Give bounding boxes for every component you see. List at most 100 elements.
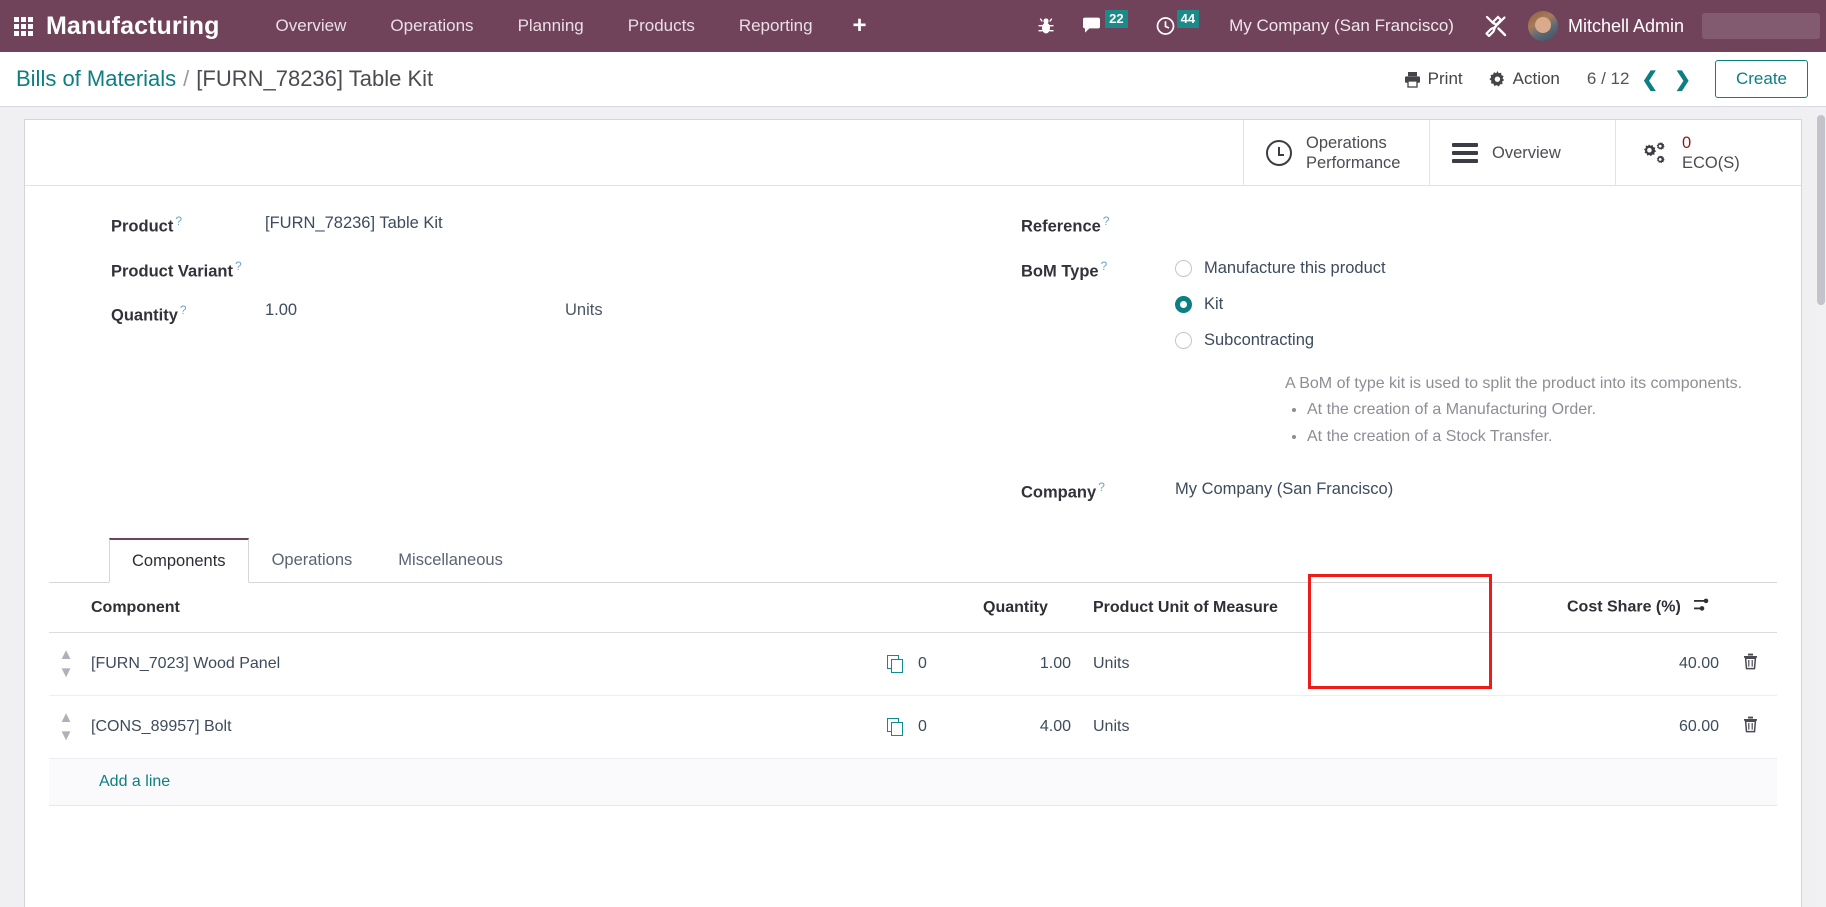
action-button[interactable]: Action <box>1476 69 1573 89</box>
cell-uom[interactable]: Units <box>1079 632 1559 697</box>
debug-bug-button[interactable] <box>1024 0 1068 52</box>
cell-attachments[interactable]: 0 <box>879 695 975 760</box>
chat-bubble-icon <box>1083 17 1101 33</box>
cell-quantity[interactable]: 4.00 <box>975 695 1079 760</box>
row-drag-handle[interactable]: ▲ ▼ <box>49 695 83 760</box>
create-button[interactable]: Create <box>1714 60 1808 98</box>
menu-item-planning[interactable]: Planning <box>496 0 606 52</box>
field-product: Product? [FURN_78236] Table Kit <box>111 212 913 237</box>
cell-component[interactable]: [FURN_7023] Wood Panel <box>83 632 879 697</box>
menu-item-products[interactable]: Products <box>606 0 717 52</box>
field-product-value[interactable]: [FURN_78236] Table Kit <box>265 212 443 233</box>
radio-option-manufacture[interactable]: Manufacture this product <box>1175 259 1386 278</box>
add-line-row[interactable]: Add a line <box>49 758 1777 807</box>
help-marker[interactable]: ? <box>1101 259 1108 273</box>
form-view-area: Operations Performance Overview 0 ECO(S)… <box>0 107 1826 907</box>
cell-cost-share[interactable]: 60.00 <box>1559 695 1735 760</box>
menu-item-reporting[interactable]: Reporting <box>717 0 835 52</box>
stat-button-operations-performance[interactable]: Operations Performance <box>1243 120 1429 185</box>
header-attachments <box>879 583 975 634</box>
pager-previous-button[interactable]: ❮ <box>1633 67 1666 92</box>
table-header-row: Component Quantity Product Unit of Measu… <box>49 583 1777 634</box>
breadcrumb-current: [FURN_78236] Table Kit <box>196 66 434 91</box>
drag-handle-icon[interactable]: ▲ ▼ <box>59 646 74 681</box>
field-quantity-uom[interactable]: Units <box>565 301 603 320</box>
help-marker[interactable]: ? <box>1098 480 1105 494</box>
cell-delete[interactable] <box>1735 695 1777 760</box>
header-uom[interactable]: Product Unit of Measure <box>1079 583 1559 634</box>
label-text: Product Variant <box>111 262 233 280</box>
radio-circle-icon <box>1175 259 1192 277</box>
control-panel-actions: Print Action 6 / 12 ❮ ❯ Create <box>1391 60 1808 98</box>
form-sheet: Operations Performance Overview 0 ECO(S)… <box>24 119 1802 907</box>
menu-item-overview[interactable]: Overview <box>254 0 369 52</box>
drag-handle-icon[interactable]: ▲ ▼ <box>59 709 74 744</box>
print-button[interactable]: Print <box>1391 69 1476 89</box>
table-row[interactable]: ▲ ▼ [CONS_89957] Bolt 0 4.00 Units 60.00 <box>49 695 1777 760</box>
app-brand[interactable]: Manufacturing <box>46 12 254 41</box>
quantity-value-group: 1.00 Units <box>265 301 603 320</box>
bom-help-intro: A BoM of type kit is used to split the p… <box>1285 374 1743 392</box>
trash-icon[interactable] <box>1743 716 1758 738</box>
header-component[interactable]: Component <box>83 583 879 634</box>
pager[interactable]: 6 / 12 <box>1587 69 1630 89</box>
field-reference: Reference? <box>1021 212 1801 237</box>
control-panel: Bills of Materials / [FURN_78236] Table … <box>0 52 1826 107</box>
menu-item-operations[interactable]: Operations <box>368 0 495 52</box>
components-table-head: Component Quantity Product Unit of Measu… <box>49 583 1777 634</box>
scrollbar-thumb[interactable] <box>1817 115 1825 305</box>
row-drag-handle[interactable]: ▲ ▼ <box>49 632 83 697</box>
table-row[interactable]: ▲▼ [FURN_7023] Wood Panel 0 1.00 Units <box>49 632 1777 697</box>
developer-tools-button[interactable] <box>1470 0 1522 52</box>
tab-miscellaneous[interactable]: Miscellaneous <box>375 538 526 583</box>
radio-option-subcontracting[interactable]: Subcontracting <box>1175 331 1386 350</box>
components-table-body: ▲▼ [FURN_7023] Wood Panel 0 1.00 Units <box>49 632 1777 807</box>
tab-components[interactable]: Components <box>109 538 249 584</box>
stat-button-overview[interactable]: Overview <box>1429 120 1615 185</box>
radio-option-kit[interactable]: Kit <box>1175 295 1386 314</box>
help-marker[interactable]: ? <box>235 259 242 273</box>
add-a-line-link[interactable]: Add a line <box>91 773 170 790</box>
field-bom-type-label: BoM Type? <box>1021 257 1175 282</box>
cell-delete[interactable] <box>1735 632 1777 697</box>
tab-operations[interactable]: Operations <box>249 538 376 583</box>
breadcrumb-root[interactable]: Bills of Materials <box>16 66 176 92</box>
sliders-icon[interactable] <box>1693 597 1711 618</box>
cell-uom[interactable]: Units <box>1079 695 1559 760</box>
clock-icon <box>1156 17 1174 35</box>
activities-button[interactable]: 44 <box>1142 0 1213 52</box>
vertical-scrollbar[interactable] <box>1816 107 1826 907</box>
field-quantity-value[interactable]: 1.00 <box>265 301 565 320</box>
header-delete <box>1735 583 1777 634</box>
help-marker[interactable]: ? <box>175 214 182 228</box>
apps-menu-button[interactable] <box>0 0 46 52</box>
pager-next-button[interactable]: ❯ <box>1666 67 1699 92</box>
field-company-value[interactable]: My Company (San Francisco) <box>1175 478 1393 499</box>
cell-component[interactable]: [CONS_89957] Bolt <box>83 695 879 760</box>
cell-cost-share[interactable]: 40.00 <box>1559 632 1735 697</box>
header-quantity[interactable]: Quantity <box>975 583 1079 634</box>
add-menu-button[interactable]: + <box>835 0 885 52</box>
cell-attachments[interactable]: 0 <box>879 632 975 697</box>
bom-help-bullet: At the creation of a Stock Transfer. <box>1307 425 1801 450</box>
bom-type-help: A BoM of type kit is used to split the p… <box>1285 372 1801 450</box>
trash-icon[interactable] <box>1743 653 1758 675</box>
header-handle <box>49 583 83 634</box>
stat-button-ecos[interactable]: 0 ECO(S) <box>1615 120 1801 185</box>
label-text: Quantity <box>111 306 178 325</box>
cell-quantity[interactable]: 1.00 <box>975 632 1079 697</box>
user-menu[interactable]: Mitchell Admin <box>1522 11 1694 41</box>
files-icon[interactable] <box>887 717 904 737</box>
messages-button[interactable]: 22 <box>1068 0 1141 52</box>
files-icon[interactable] <box>887 654 904 674</box>
label-text: Company <box>1021 483 1097 502</box>
header-cost-share[interactable]: Cost Share (%) <box>1559 583 1735 634</box>
add-line-cell[interactable]: Add a line <box>83 758 1777 807</box>
help-marker[interactable]: ? <box>180 303 187 317</box>
company-switcher[interactable]: My Company (San Francisco) <box>1213 16 1470 36</box>
printer-icon <box>1404 71 1420 88</box>
help-marker[interactable]: ? <box>1103 214 1110 228</box>
field-quantity: Quantity? 1.00 Units <box>111 301 913 326</box>
label-text: BoM Type <box>1021 262 1099 280</box>
stat-value-ecos: 0 <box>1682 133 1692 152</box>
